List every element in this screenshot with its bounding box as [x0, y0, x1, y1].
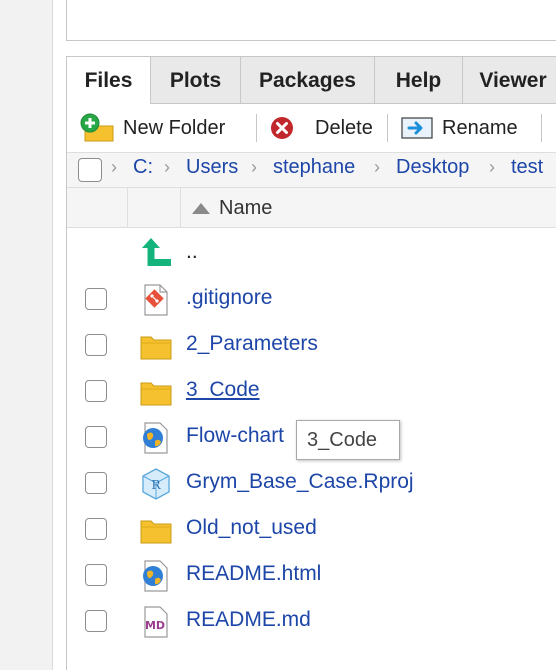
tab-files[interactable]: Files: [67, 57, 151, 105]
breadcrumb-users[interactable]: Users: [186, 156, 238, 179]
breadcrumb-desktop[interactable]: Desktop: [396, 156, 469, 179]
sort-ascending-icon: [192, 203, 210, 214]
file-name[interactable]: Flow-chart: [186, 424, 284, 448]
file-name[interactable]: Old_not_used: [186, 516, 317, 540]
delete-button[interactable]: Delete: [269, 112, 373, 144]
upper-pane: [66, 0, 556, 41]
delete-icon: [271, 117, 293, 139]
breadcrumb-stephane[interactable]: stephane: [273, 156, 355, 179]
html-globe-icon: [143, 560, 168, 592]
row-checkbox[interactable]: [85, 288, 107, 310]
toolbar-divider: [387, 114, 388, 142]
rename-button[interactable]: Rename: [400, 112, 518, 144]
name-column-label: Name: [219, 196, 273, 219]
file-name[interactable]: .gitignore: [186, 286, 272, 310]
rename-label: Rename: [442, 116, 518, 139]
delete-label: Delete: [315, 116, 373, 139]
breadcrumb: › C: › Users › stephane › Desktop › test: [67, 152, 556, 188]
html-globe-icon: [143, 422, 168, 454]
file-name[interactable]: README.html: [186, 562, 321, 586]
folder-icon: [140, 382, 172, 406]
file-name[interactable]: ..: [186, 240, 198, 264]
new-folder-icon: [80, 113, 114, 142]
new-folder-button[interactable]: New Folder: [79, 112, 225, 144]
select-all-checkbox[interactable]: [78, 158, 102, 182]
svg-text:MD: MD: [145, 619, 165, 632]
file-row[interactable]: Old_not_used: [67, 507, 556, 553]
parent-directory-icon: [142, 238, 171, 266]
row-checkbox[interactable]: [85, 380, 107, 402]
row-checkbox[interactable]: [85, 610, 107, 632]
files-pane: Files Plots Packages Help Viewer New Fol…: [66, 56, 556, 670]
file-row[interactable]: MD README.md: [67, 599, 556, 645]
folder-icon: [140, 336, 172, 360]
file-row-hovered[interactable]: 3_Code: [67, 369, 556, 415]
row-checkbox[interactable]: [85, 426, 107, 448]
toolbar-divider: [541, 114, 542, 142]
row-checkbox[interactable]: [85, 564, 107, 586]
column-divider: [127, 188, 128, 227]
left-pane-edge: [0, 0, 53, 670]
pane-tabs: Files Plots Packages Help Viewer: [67, 56, 556, 105]
rename-icon: [401, 117, 433, 139]
chevron-right-icon: ›: [374, 157, 380, 177]
file-row-parent[interactable]: ..: [67, 231, 556, 277]
column-divider: [180, 188, 181, 227]
row-checkbox[interactable]: [85, 472, 107, 494]
chevron-right-icon: ›: [111, 157, 117, 177]
rproj-cube-icon: R: [142, 468, 170, 500]
file-name[interactable]: README.md: [186, 608, 311, 632]
file-row[interactable]: .gitignore: [67, 277, 556, 323]
pane-splitter[interactable]: [53, 0, 67, 670]
tab-plots[interactable]: Plots: [151, 57, 241, 104]
breadcrumb-test[interactable]: test: [511, 156, 543, 179]
row-checkbox[interactable]: [85, 518, 107, 540]
chevron-right-icon: ›: [489, 157, 495, 177]
file-row[interactable]: R Grym_Base_Case.Rproj: [67, 461, 556, 507]
file-name[interactable]: Grym_Base_Case.Rproj: [186, 470, 414, 494]
tab-viewer[interactable]: Viewer: [463, 57, 556, 104]
tab-help[interactable]: Help: [375, 57, 463, 104]
file-name[interactable]: 3_Code: [186, 378, 260, 402]
row-checkbox[interactable]: [85, 334, 107, 356]
new-folder-label: New Folder: [123, 116, 226, 139]
svg-text:R: R: [151, 478, 161, 492]
files-toolbar: New Folder Delete Rename: [67, 104, 556, 152]
file-row[interactable]: 2_Parameters: [67, 323, 556, 369]
folder-icon: [140, 520, 172, 544]
toolbar-divider: [256, 114, 257, 142]
tab-packages[interactable]: Packages: [241, 57, 375, 104]
hover-tooltip: 3_Code: [296, 420, 400, 460]
git-file-icon: [144, 284, 168, 316]
file-name[interactable]: 2_Parameters: [186, 332, 318, 356]
name-column-header[interactable]: Name: [191, 194, 272, 222]
markdown-icon: MD: [144, 606, 168, 638]
column-header: Name: [67, 188, 556, 228]
breadcrumb-c-drive[interactable]: C:: [133, 156, 153, 179]
chevron-right-icon: ›: [164, 157, 170, 177]
chevron-right-icon: ›: [251, 157, 257, 177]
file-row[interactable]: README.html: [67, 553, 556, 599]
